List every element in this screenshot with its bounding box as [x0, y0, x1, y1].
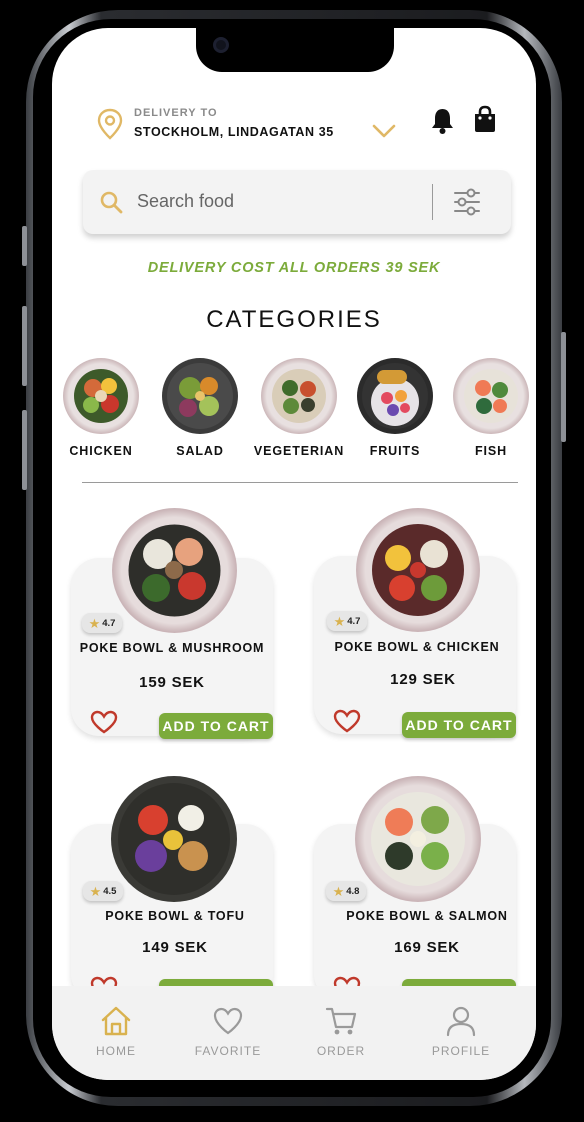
cart-icon — [325, 1007, 357, 1035]
nav-order[interactable]: ORDER — [296, 1004, 386, 1058]
category-image — [261, 358, 337, 434]
add-to-cart-button[interactable]: ADD TO CART — [159, 713, 273, 739]
category-label: VEGETERIAN — [253, 444, 345, 458]
category-image — [453, 358, 529, 434]
heart-icon — [213, 1007, 243, 1035]
delivery-address[interactable]: STOCKHOLM, LINDAGATAN 35 — [134, 125, 334, 139]
rating-value: 4.7 — [102, 617, 116, 629]
camera — [213, 37, 229, 53]
nav-favorite[interactable]: FAVORITE — [183, 1004, 273, 1058]
category-image — [162, 358, 238, 434]
categories-title: CATEGORIES — [206, 306, 382, 333]
category-chicken[interactable]: CHICKEN — [53, 358, 149, 458]
category-salad[interactable]: SALAD — [152, 358, 248, 458]
divider — [82, 482, 518, 483]
add-to-cart-button[interactable]: ADD TO CART — [402, 712, 516, 738]
category-fish[interactable]: FISH — [443, 358, 536, 458]
nav-profile[interactable]: PROFILE — [416, 1004, 506, 1058]
user-icon — [446, 1006, 476, 1037]
product-image — [112, 508, 237, 633]
bottom-navigation: HOME FAVORITE ORDER PROFILE — [52, 986, 536, 1080]
chevron-down-icon[interactable] — [372, 124, 396, 138]
search-icon — [100, 191, 123, 214]
location-pin-icon[interactable] — [96, 108, 124, 140]
product-name: POKE BOWL & SALMON — [346, 909, 508, 923]
rating-value: 4.7 — [347, 615, 361, 627]
side-button — [22, 226, 27, 266]
nav-label: HOME — [96, 1044, 136, 1058]
side-button — [561, 332, 566, 442]
search-input[interactable]: Search food — [137, 191, 234, 212]
category-fruits[interactable]: FRUITS — [347, 358, 443, 458]
bell-icon[interactable] — [429, 107, 456, 135]
product-price: 149 SEK — [142, 939, 208, 956]
side-button — [22, 410, 27, 490]
star-icon: ★ — [333, 613, 346, 629]
rating-badge: ★ 4.8 — [326, 881, 366, 901]
side-button — [22, 306, 27, 386]
product-name: POKE BOWL & TOFU — [105, 909, 245, 923]
rating-badge: ★ 4.7 — [327, 611, 367, 631]
product-price: 169 SEK — [394, 939, 460, 956]
product-image — [355, 776, 481, 902]
category-label: CHICKEN — [69, 444, 133, 458]
category-image — [63, 358, 139, 434]
category-label: FRUITS — [369, 444, 421, 458]
category-label: FISH — [474, 444, 508, 458]
app-screen: DELIVERY TO STOCKHOLM, LINDAGATAN 35 Sea… — [52, 28, 536, 1080]
nav-label: ORDER — [316, 1044, 366, 1058]
filter-sliders-icon[interactable] — [453, 187, 481, 217]
star-icon: ★ — [89, 883, 102, 899]
star-icon: ★ — [332, 883, 345, 899]
nav-home[interactable]: HOME — [71, 1004, 161, 1058]
nav-label: FAVORITE — [194, 1044, 262, 1058]
product-image — [111, 776, 237, 902]
heart-icon[interactable] — [333, 709, 361, 733]
product-name: POKE BOWL & CHICKEN — [334, 640, 500, 654]
delivery-label: DELIVERY TO — [134, 107, 218, 119]
category-vegeterian[interactable]: VEGETERIAN — [251, 358, 347, 458]
product-price: 129 SEK — [390, 671, 456, 688]
home-icon — [101, 1006, 131, 1036]
rating-value: 4.5 — [103, 885, 117, 897]
product-price: 159 SEK — [139, 674, 205, 691]
product-image — [356, 508, 480, 632]
rating-badge: ★ 4.7 — [82, 613, 122, 633]
nav-label: PROFILE — [431, 1044, 491, 1058]
category-label: SALAD — [176, 444, 224, 458]
search-bar[interactable]: Search food — [83, 170, 511, 234]
category-image — [357, 358, 433, 434]
rating-badge: ★ 4.5 — [83, 881, 123, 901]
product-name: POKE BOWL & MUSHROOM — [79, 641, 265, 655]
divider — [432, 184, 433, 220]
promo-banner: DELIVERY COST ALL ORDERS 39 SEK — [147, 260, 441, 276]
rating-value: 4.8 — [346, 885, 360, 897]
star-icon: ★ — [88, 615, 101, 631]
shopping-bag-icon[interactable] — [472, 105, 498, 133]
heart-icon[interactable] — [90, 710, 118, 734]
